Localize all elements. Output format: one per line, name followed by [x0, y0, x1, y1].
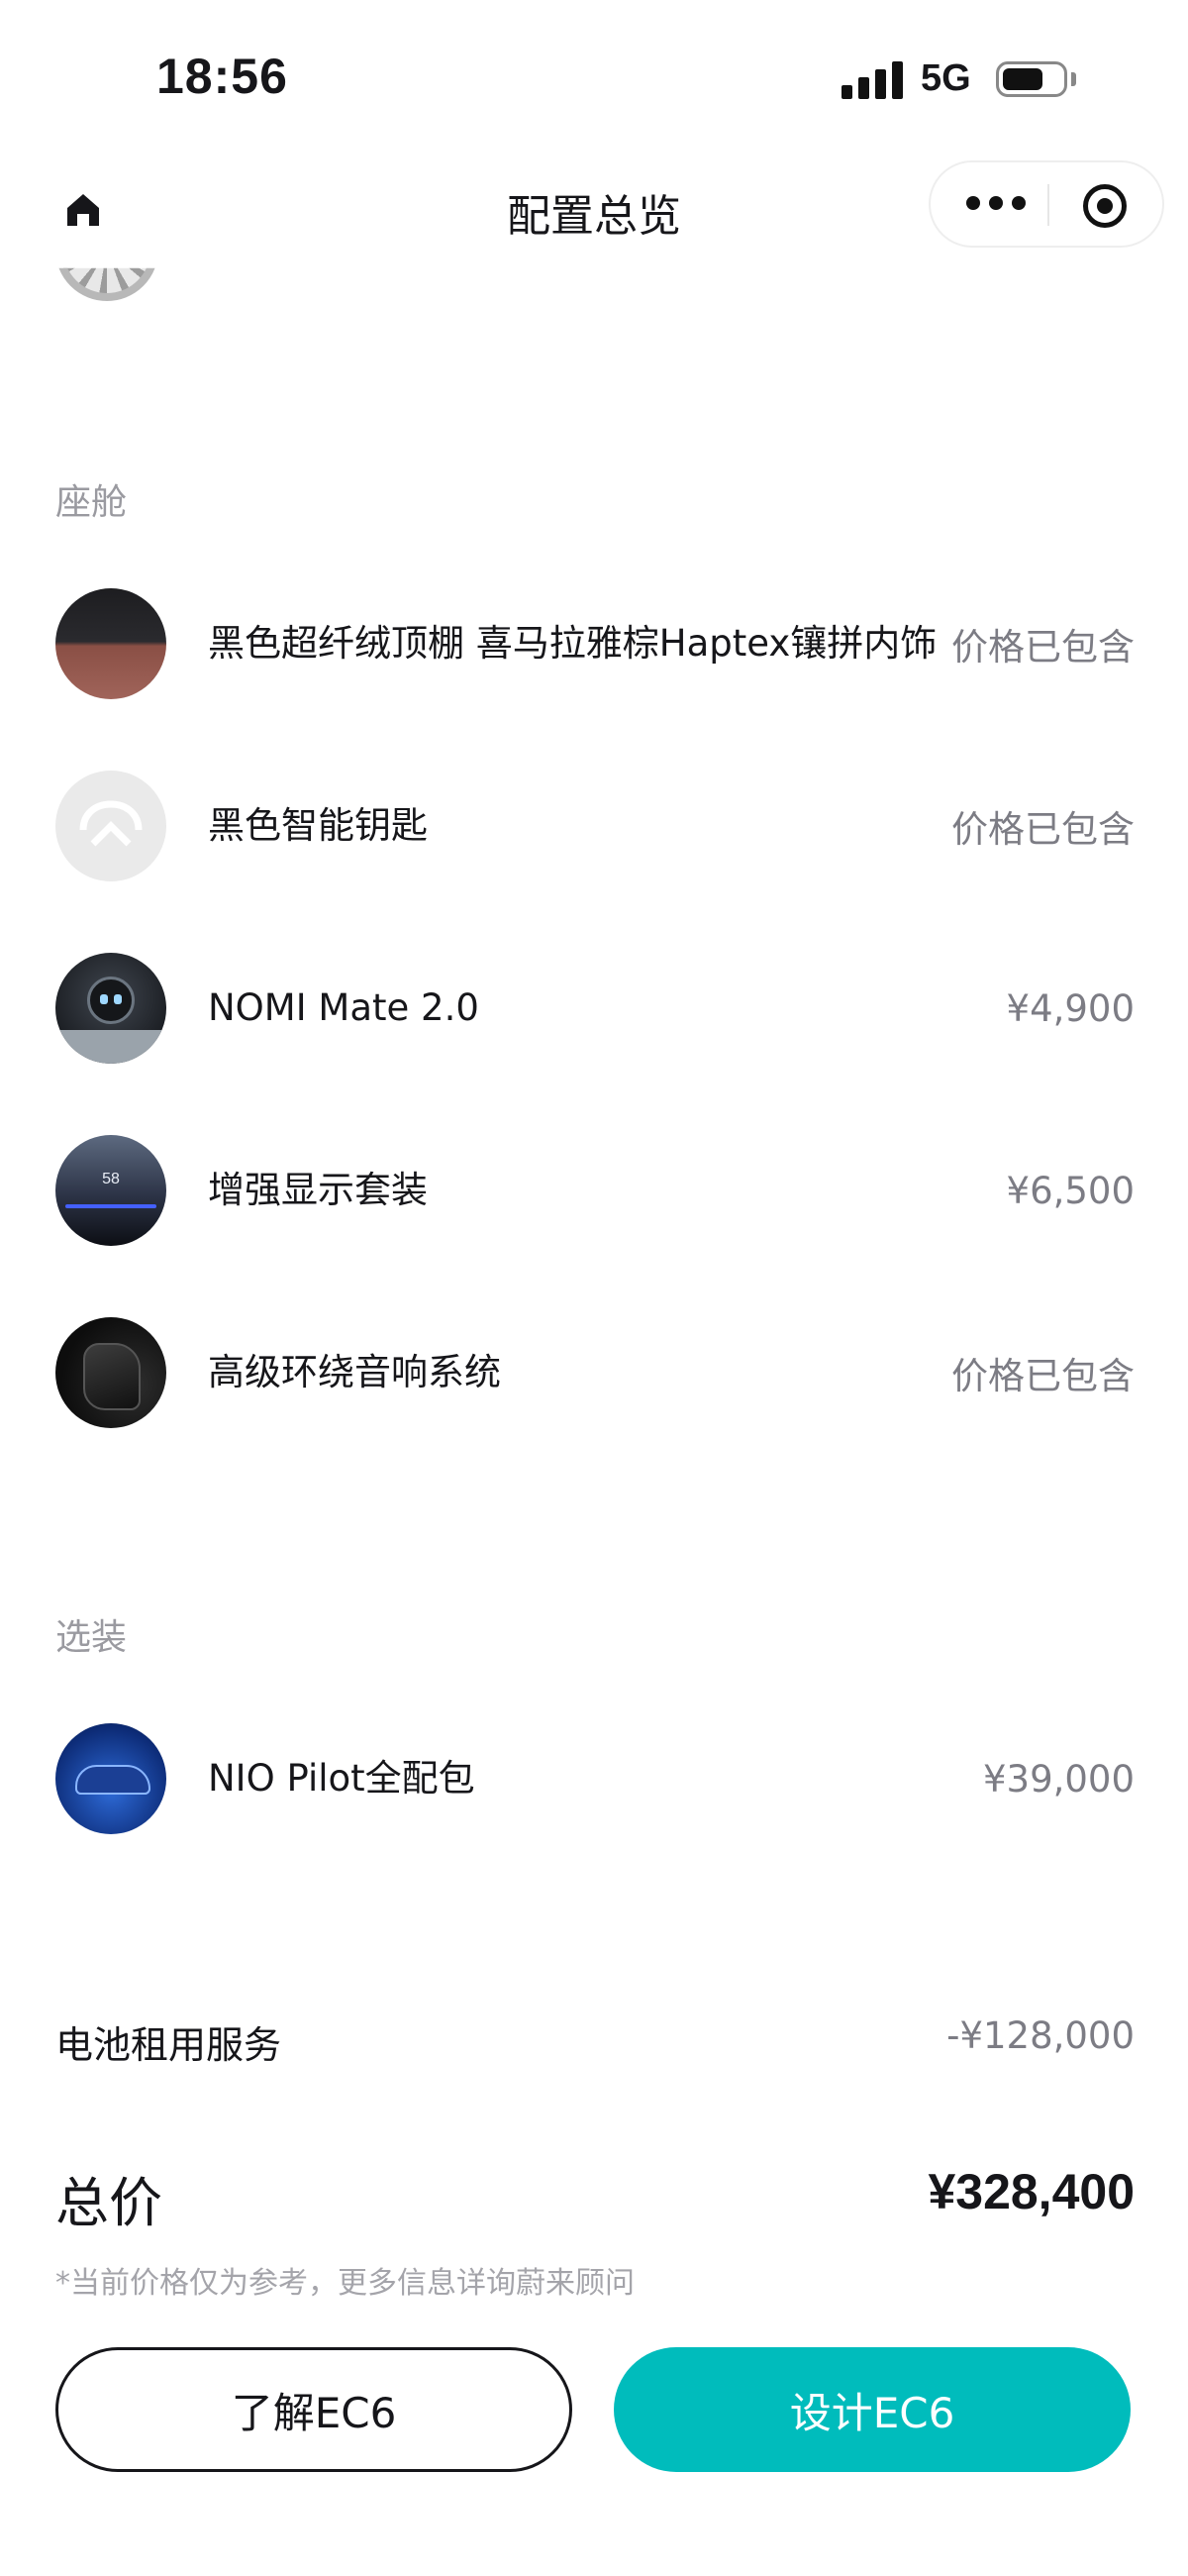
item-name: NOMI Mate 2.0 [208, 986, 479, 1029]
item-price: 价格已包含 [951, 626, 1135, 669]
item-name: 增强显示套装 [208, 1169, 428, 1211]
battery-service-row: 电池租用服务 -¥128,000 [55, 2009, 1135, 2068]
item-price: ¥6,500 [1006, 1169, 1135, 1212]
list-item: NIO Pilot全配包 ¥39,000 [55, 1723, 1135, 1834]
more-icon[interactable] [966, 196, 1026, 212]
total-price: ¥328,400 [928, 2164, 1135, 2219]
item-name: 黑色智能钥匙 [208, 804, 428, 847]
nomi-dashboard [55, 1030, 166, 1064]
battery-fill [1003, 68, 1042, 90]
item-price: 价格已包含 [951, 808, 1135, 851]
item-name: 黑色超纤绒顶棚 喜马拉雅棕Haptex镶拼内饰 [208, 622, 938, 665]
list-item: 58 增强显示套装 ¥6,500 [55, 1135, 1135, 1246]
design-ec6-button[interactable]: 设计EC6 [614, 2347, 1131, 2472]
list-item: 黑色超纤绒顶棚 喜马拉雅棕Haptex镶拼内饰 价格已包含 [55, 588, 1135, 699]
section-label-options: 选装 [55, 1617, 128, 1658]
battery-service-value: -¥128,000 [946, 2014, 1135, 2057]
signal-icon [842, 61, 903, 99]
smart-key-thumbnail [55, 771, 166, 881]
list-item: 高级环绕音响系统 价格已包含 [55, 1317, 1135, 1428]
item-price: ¥39,000 [982, 1757, 1135, 1801]
speaker-shape [83, 1343, 141, 1410]
status-time: 18:56 [156, 49, 288, 104]
item-name: 高级环绕音响系统 [208, 1351, 501, 1393]
nav-bar: 配置总览 [0, 158, 1188, 267]
car-shape [75, 1765, 150, 1795]
target-close-icon[interactable] [1083, 184, 1127, 228]
item-price: ¥4,900 [1006, 986, 1135, 1030]
capsule-divider [1047, 184, 1049, 226]
audio-thumbnail [55, 1317, 166, 1428]
nio-logo-icon [79, 800, 143, 847]
status-bar: 18:56 5G [0, 0, 1188, 158]
battery-tip [1071, 72, 1076, 86]
total-label: 总价 [55, 2172, 162, 2234]
nomi-thumbnail [55, 953, 166, 1064]
hud-speed: 58 [102, 1171, 120, 1187]
hud-thumbnail: 58 [55, 1135, 166, 1246]
battery-icon [996, 61, 1067, 97]
interior-thumbnail [55, 588, 166, 699]
item-name: NIO Pilot全配包 [208, 1757, 475, 1800]
section-label-cabin: 座舱 [55, 482, 128, 523]
list-item: NOMI Mate 2.0 ¥4,900 [55, 953, 1135, 1064]
item-price: 价格已包含 [951, 1355, 1135, 1397]
network-type: 5G [921, 57, 971, 99]
hud-line [65, 1204, 156, 1208]
learn-ec6-button[interactable]: 了解EC6 [55, 2347, 572, 2472]
list-item: 黑色智能钥匙 价格已包含 [55, 771, 1135, 881]
mini-program-capsule [929, 160, 1164, 248]
battery-service-label: 电池租用服务 [55, 2023, 282, 2067]
nomi-head [87, 977, 135, 1024]
pilot-thumbnail [55, 1723, 166, 1834]
total-row: 总价 ¥328,400 [55, 2159, 1135, 2234]
price-disclaimer: *当前价格仅为参考，更多信息详询蔚来顾问 [55, 2266, 635, 2301]
